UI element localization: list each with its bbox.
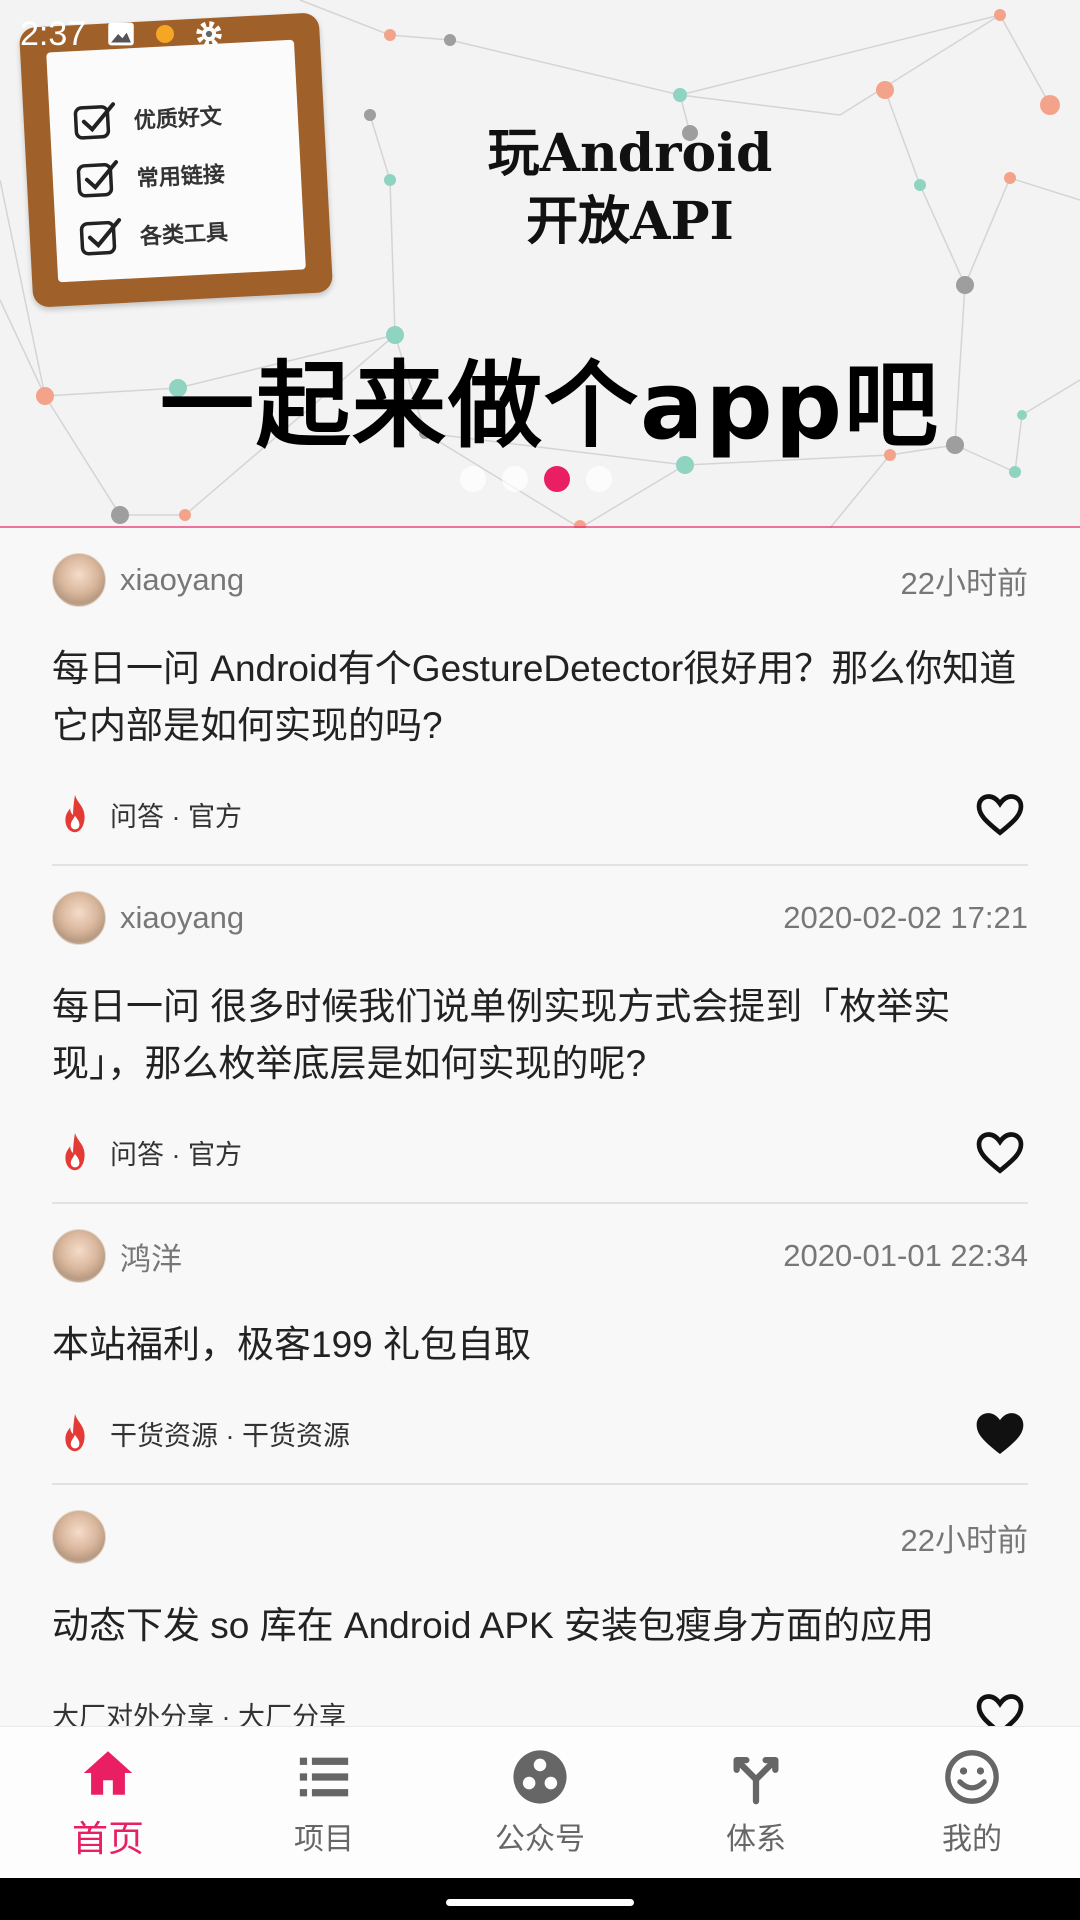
article-tags[interactable]: 问答 · 官方	[110, 795, 242, 834]
nav-label: 我的	[942, 1822, 1002, 1856]
article-item[interactable]: xiaoyang 2020-02-02 17:21 每日一问 很多时候我们说单例…	[52, 866, 1028, 1204]
checklist-label: 各类工具	[139, 220, 229, 250]
banner-slogan: 一起来做个app吧	[159, 352, 940, 461]
article-header: xiaoyang 22小时前	[52, 528, 1028, 628]
smiley-icon	[943, 1748, 1001, 1806]
carousel-dot[interactable]	[544, 466, 570, 492]
banner-title-line1: 玩Android	[487, 123, 773, 184]
checklist-item: 各类工具	[78, 197, 305, 267]
article-item[interactable]: 22小时前 动态下发 so 库在 Android APK 安装包瘦身方面的应用 …	[52, 1485, 1028, 1726]
carousel-dot[interactable]	[586, 466, 612, 492]
nav-item-fork[interactable]: 体系	[648, 1727, 864, 1878]
home-icon	[79, 1744, 137, 1802]
settings-icon	[196, 21, 222, 47]
heart-filled-icon[interactable]	[972, 1405, 1028, 1461]
fire-icon	[65, 794, 85, 833]
carousel-dot[interactable]	[460, 466, 486, 492]
nav-item-list[interactable]: 项目	[216, 1727, 432, 1878]
publish-time: 22小时前	[900, 565, 1028, 601]
author-name[interactable]: 鸿洋	[120, 1234, 182, 1279]
nav-item-account[interactable]: 公众号	[432, 1727, 648, 1878]
checkbox-checked-icon	[73, 102, 115, 140]
banner-carousel[interactable]: 优质好文 常用链接 各类工具 2:37 玩Android 开放API 一起来做个…	[0, 0, 1080, 528]
image-icon	[108, 22, 134, 46]
banner-title: 玩Android 开放API	[460, 120, 800, 256]
carousel-dot[interactable]	[502, 466, 528, 492]
checkbox-checked-icon	[76, 160, 119, 198]
author-name[interactable]: xiaoyang	[120, 562, 244, 598]
article-tags[interactable]: 问答 · 官方	[110, 1133, 242, 1172]
heart-outline-icon[interactable]	[972, 1124, 1028, 1180]
article-title[interactable]: 动态下发 so 库在 Android APK 安装包瘦身方面的应用	[52, 1585, 1028, 1664]
carousel-indicator[interactable]	[460, 466, 612, 492]
notepad-paper: 优质好文 常用链接 各类工具	[46, 39, 306, 283]
nav-label: 公众号	[495, 1822, 585, 1856]
article-footer: 干货资源 · 干货资源	[52, 1383, 1028, 1483]
article-title[interactable]: 每日一问 Android有个GestureDetector很好用？那么你知道它内…	[52, 628, 1028, 764]
article-footer: 大厂对外分享 · 大厂分享	[52, 1664, 1028, 1726]
bottom-navigation: 首页 项目 公众号 体系 我的	[0, 1726, 1080, 1878]
nav-item-home[interactable]: 首页	[0, 1727, 216, 1878]
nav-label: 首页	[71, 1817, 144, 1859]
heart-outline-icon[interactable]	[972, 786, 1028, 842]
account-icon	[511, 1748, 569, 1806]
list-icon	[295, 1748, 353, 1806]
publish-time: 22小时前	[900, 1522, 1028, 1558]
article-tags[interactable]: 大厂对外分享 · 大厂分享	[52, 1695, 346, 1727]
checklist-label: 优质好文	[133, 104, 223, 135]
notification-dot	[156, 25, 175, 43]
status-bar: 2:37	[20, 10, 226, 58]
avatar[interactable]	[52, 1510, 106, 1564]
checklist-label: 常用链接	[136, 162, 226, 193]
nav-label: 项目	[294, 1822, 354, 1856]
article-footer: 问答 · 官方	[52, 1102, 1028, 1202]
home-indicator[interactable]	[446, 1899, 634, 1906]
article-header: 鸿洋 2020-01-01 22:34	[52, 1204, 1028, 1304]
article-title[interactable]: 本站福利，极客199 礼包自取	[52, 1304, 1028, 1383]
article-tags[interactable]: 干货资源 · 干货资源	[110, 1414, 350, 1453]
nav-label: 体系	[726, 1822, 786, 1856]
publish-time: 2020-01-01 22:34	[783, 1238, 1028, 1273]
article-header: 22小时前	[52, 1485, 1028, 1585]
article-title[interactable]: 每日一问 很多时候我们说单例实现方式会提到「枚举实现」，那么枚举底层是如何实现的…	[52, 966, 1028, 1102]
article-item[interactable]: xiaoyang 22小时前 每日一问 Android有个GestureDete…	[52, 528, 1028, 866]
checkbox-checked-icon	[79, 218, 122, 256]
avatar[interactable]	[52, 553, 106, 607]
article-header: xiaoyang 2020-02-02 17:21	[52, 866, 1028, 966]
author-name[interactable]: xiaoyang	[120, 900, 244, 936]
article-item[interactable]: 鸿洋 2020-01-01 22:34 本站福利，极客199 礼包自取 干货资源…	[52, 1204, 1028, 1485]
status-time: 2:37	[20, 14, 87, 53]
fork-icon	[727, 1748, 785, 1806]
publish-time: 2020-02-02 17:21	[783, 900, 1028, 935]
article-feed[interactable]: xiaoyang 22小时前 每日一问 Android有个GestureDete…	[0, 528, 1080, 1726]
fire-icon	[65, 1132, 85, 1171]
app-screen: 优质好文 常用链接 各类工具 2:37 玩Android 开放API 一起来做个…	[0, 0, 1080, 1920]
avatar[interactable]	[52, 891, 106, 945]
article-footer: 问答 · 官方	[52, 764, 1028, 864]
nav-item-smiley[interactable]: 我的	[864, 1727, 1080, 1878]
banner-title-line2: 开放API	[526, 191, 734, 252]
avatar[interactable]	[52, 1229, 106, 1283]
fire-icon	[65, 1413, 85, 1452]
heart-outline-icon[interactable]	[972, 1686, 1028, 1726]
